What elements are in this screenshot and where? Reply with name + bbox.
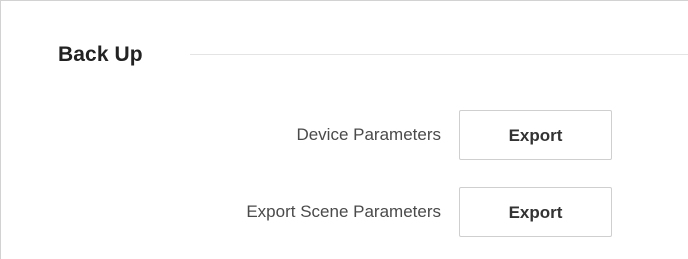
device-parameters-row: Device Parameters Export xyxy=(1,110,688,160)
device-parameters-label: Device Parameters xyxy=(296,125,441,144)
scene-parameters-row: Export Scene Parameters Export xyxy=(1,187,688,237)
export-scene-parameters-button[interactable]: Export xyxy=(459,187,612,237)
backup-panel: Back Up Device Parameters Export Export … xyxy=(0,0,688,259)
section-divider xyxy=(190,54,688,55)
section-title: Back Up xyxy=(58,43,143,66)
scene-parameters-label: Export Scene Parameters xyxy=(246,202,441,221)
backup-section-header: Back Up xyxy=(58,39,688,71)
export-device-parameters-button[interactable]: Export xyxy=(459,110,612,160)
